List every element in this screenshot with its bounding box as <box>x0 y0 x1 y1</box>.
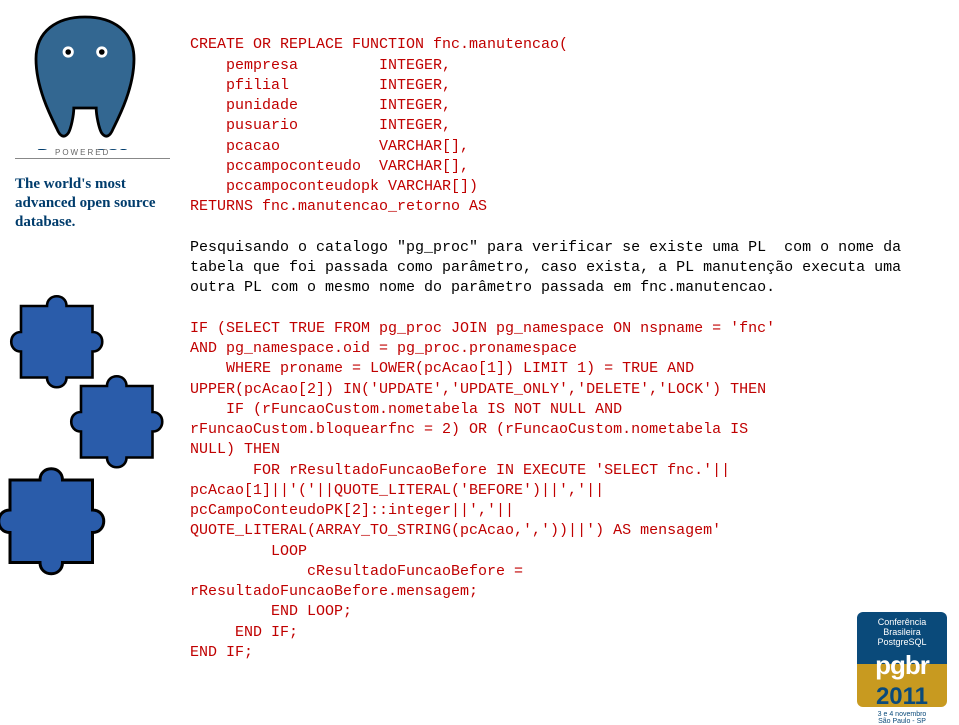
sidebar-divider <box>15 158 170 159</box>
code-line: IF (rFuncaoCustom.nometabela IS NOT NULL… <box>190 401 622 418</box>
powered-label: POWERED <box>55 148 110 157</box>
code-line: rFuncaoCustom.bloquearfnc = 2) OR (rFunc… <box>190 421 748 438</box>
sidebar: PostgreSQL POWERED The world's most adva… <box>0 0 185 719</box>
code-line: pcAcao[1]||'('||QUOTE_LITERAL('BEFORE')|… <box>190 482 604 499</box>
code-line: FOR rResultadoFuncaoBefore IN EXECUTE 'S… <box>190 462 730 479</box>
code-line: IF (SELECT TRUE FROM pg_proc JOIN pg_nam… <box>190 320 775 337</box>
code-line: QUOTE_LITERAL(ARRAY_TO_STRING(pcAcao,','… <box>190 522 721 539</box>
code-line: END IF; <box>190 624 298 641</box>
pgbr-conference-badge: Conferência Brasileira PostgreSQL pgbr 2… <box>857 612 947 707</box>
tagline-text: The world's most advanced open source da… <box>15 175 175 231</box>
code-line: pcacao VARCHAR[], <box>190 138 469 155</box>
puzzle-piece-icon <box>0 450 130 600</box>
code-line: NULL) THEN <box>190 441 280 458</box>
code-line: END LOOP; <box>190 603 352 620</box>
code-line: pccampoconteudo VARCHAR[], <box>190 158 469 175</box>
code-line: WHERE proname = LOWER(pcAcao[1]) LIMIT 1… <box>190 360 694 377</box>
code-line: RETURNS fnc.manutencao_retorno AS <box>190 198 487 215</box>
code-line: pccampoconteudopk VARCHAR[]) <box>190 178 478 195</box>
postgresql-logo: PostgreSQL <box>15 10 155 150</box>
code-line: CREATE OR REPLACE FUNCTION fnc.manutenca… <box>190 36 568 53</box>
code-block: CREATE OR REPLACE FUNCTION fnc.manutenca… <box>190 15 930 663</box>
code-line: pempresa INTEGER, <box>190 57 451 74</box>
badge-line: PostgreSQL <box>857 638 947 648</box>
code-line: rResultadoFuncaoBefore.mensagem; <box>190 583 478 600</box>
badge-mid: pgbr <box>857 650 947 681</box>
explanation-text: Pesquisando o catalogo "pg_proc" para ve… <box>190 239 910 297</box>
code-line: punidade INTEGER, <box>190 97 451 114</box>
code-line: cResultadoFuncaoBefore = <box>190 563 523 580</box>
badge-date: 3 e 4 novembro <box>857 711 947 718</box>
badge-year: 2011 <box>857 683 947 711</box>
code-line: AND pg_namespace.oid = pg_proc.pronamesp… <box>190 340 577 357</box>
code-line: LOOP <box>190 543 307 560</box>
code-line: END IF; <box>190 644 253 661</box>
code-line: pfilial INTEGER, <box>190 77 451 94</box>
code-line: UPPER(pcAcao[2]) IN('UPDATE','UPDATE_ONL… <box>190 381 766 398</box>
code-line: pusuario INTEGER, <box>190 117 451 134</box>
code-line: pcCampoConteudoPK[2]::integer||','|| <box>190 502 514 519</box>
